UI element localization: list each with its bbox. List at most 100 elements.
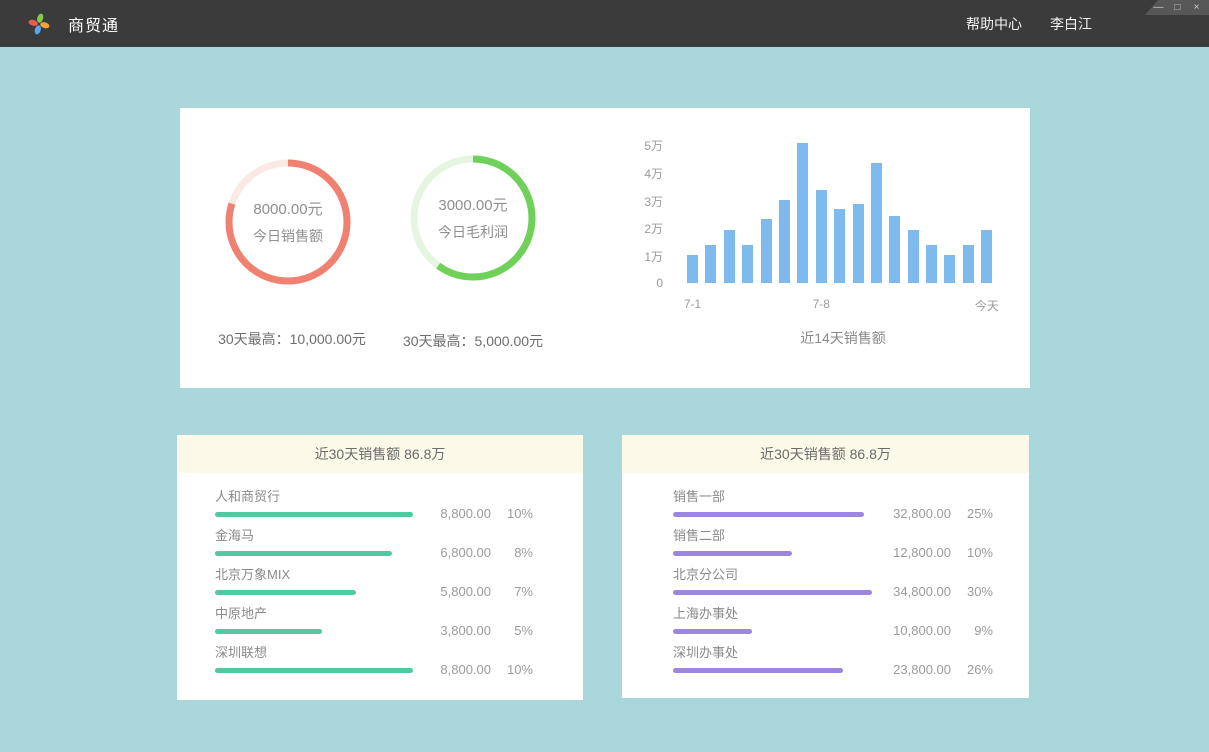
daily-sales-bar [816, 190, 827, 283]
rank-item-name: 深圳联想 [215, 645, 583, 661]
rank-item-percent: 10% [491, 662, 533, 677]
daily-sales-bar-chart [687, 133, 997, 283]
daily-sales-bar [853, 204, 864, 283]
y-axis-tick-label: 1万 [623, 248, 663, 265]
department-rank-list: 销售一部32,800.0025%销售二部12,800.0010%北京分公司34,… [622, 473, 1029, 684]
today-profit-label: 今日毛利润 [438, 222, 508, 242]
department-rank-title: 近30天销售额 86.8万 [622, 435, 1029, 473]
rank-item-percent: 10% [491, 506, 533, 521]
rank-item-percent: 5% [491, 623, 533, 638]
rank-item-amount: 32,800.00 [871, 506, 951, 521]
maximize-button[interactable]: □ [1168, 0, 1187, 15]
daily-sales-bar [944, 255, 955, 283]
rank-item-amount: 8,800.00 [411, 662, 491, 677]
rank-item-amount: 10,800.00 [871, 623, 951, 638]
rank-item-value: 6,800.008% [411, 545, 533, 560]
department-rank-card: 近30天销售额 86.8万 销售一部32,800.0025%销售二部12,800… [622, 435, 1029, 698]
daily-sales-bar [797, 143, 808, 283]
rank-item-percent: 9% [951, 623, 993, 638]
rank-row: 中原地产3,800.005% [177, 606, 583, 645]
y-axis-tick-label: 0 [623, 276, 663, 290]
rank-item-bar [215, 629, 322, 634]
rank-item-value: 23,800.0026% [871, 662, 993, 677]
rank-item-amount: 12,800.00 [871, 545, 951, 560]
rank-row: 销售一部32,800.0025% [622, 489, 1029, 528]
rank-item-amount: 5,800.00 [411, 584, 491, 599]
daily-sales-bar [779, 200, 790, 283]
rank-item-amount: 23,800.00 [871, 662, 951, 677]
window-controls: — □ × [1145, 0, 1209, 15]
rank-row: 深圳联想8,800.0010% [177, 645, 583, 684]
customer-rank-title: 近30天销售额 86.8万 [177, 435, 583, 473]
rank-item-name: 中原地产 [215, 606, 583, 622]
rank-item-name: 销售二部 [673, 528, 1029, 544]
rank-row: 销售二部12,800.0010% [622, 528, 1029, 567]
username-menu[interactable]: 李白江 [1050, 14, 1092, 34]
rank-item-name: 深圳办事处 [673, 645, 1029, 661]
today-sales-label: 今日销售额 [253, 226, 323, 246]
help-center-link[interactable]: 帮助中心 [966, 14, 1022, 34]
today-sales-value: 8000.00元 [253, 198, 322, 219]
rank-item-value: 3,800.005% [411, 623, 533, 638]
rank-item-name: 北京分公司 [673, 567, 1029, 583]
daily-sales-bar [687, 255, 698, 283]
app-logo-pinwheel-icon [28, 13, 50, 35]
rank-item-bar [673, 590, 872, 595]
daily-sales-bar [908, 230, 919, 283]
today-profit-value: 3000.00元 [438, 194, 507, 215]
rank-row: 金海马6,800.008% [177, 528, 583, 567]
rank-item-name: 北京万象MIX [215, 567, 583, 583]
rank-item-percent: 7% [491, 584, 533, 599]
rank-item-value: 8,800.0010% [411, 662, 533, 677]
daily-sales-bar [981, 230, 992, 283]
x-axis-tick-label: 7-8 [799, 297, 843, 311]
today-sales-donut: 8000.00元 今日销售额 [223, 157, 353, 287]
y-axis-tick-label: 5万 [623, 137, 663, 154]
rank-item-amount: 6,800.00 [411, 545, 491, 560]
rank-item-bar [673, 668, 843, 673]
rank-item-amount: 8,800.00 [411, 506, 491, 521]
rank-item-percent: 8% [491, 545, 533, 560]
daily-sales-bar [963, 245, 974, 283]
rank-item-amount: 34,800.00 [871, 584, 951, 599]
customer-rank-card: 近30天销售额 86.8万 人和商贸行8,800.0010%金海马6,800.0… [177, 435, 583, 700]
daily-sales-bar [889, 216, 900, 283]
y-axis-tick-label: 2万 [623, 220, 663, 237]
rank-item-bar [215, 668, 413, 673]
rank-row: 人和商贸行8,800.0010% [177, 489, 583, 528]
daily-sales-bar [871, 163, 882, 283]
rank-item-name: 销售一部 [673, 489, 1029, 505]
rank-item-value: 12,800.0010% [871, 545, 993, 560]
rank-item-percent: 25% [951, 506, 993, 521]
daily-sales-bar [724, 230, 735, 283]
rank-item-value: 34,800.0030% [871, 584, 993, 599]
y-axis-tick-label: 4万 [623, 165, 663, 182]
today-profit-donut: 3000.00元 今日毛利润 [408, 153, 538, 283]
x-axis-tick-label: 7-1 [671, 297, 715, 311]
rank-item-bar [673, 512, 864, 517]
rank-item-value: 8,800.0010% [411, 506, 533, 521]
rank-item-value: 10,800.009% [871, 623, 993, 638]
titlebar: 商贸通 帮助中心 李白江 — □ × [0, 0, 1209, 47]
rank-item-bar [215, 512, 413, 517]
daily-sales-bar [705, 245, 716, 283]
rank-row: 北京万象MIX5,800.007% [177, 567, 583, 606]
daily-chart-title: 近14天销售额 [743, 328, 943, 348]
x-axis-tick-label: 今天 [965, 297, 1009, 314]
customer-rank-list: 人和商贸行8,800.0010%金海马6,800.008%北京万象MIX5,80… [177, 473, 583, 684]
rank-item-name: 人和商贸行 [215, 489, 583, 505]
rank-item-bar [215, 590, 356, 595]
rank-item-name: 上海办事处 [673, 606, 1029, 622]
daily-sales-bar [834, 209, 845, 283]
daily-sales-bar [742, 245, 753, 283]
rank-item-percent: 10% [951, 545, 993, 560]
rank-item-value: 5,800.007% [411, 584, 533, 599]
rank-item-percent: 26% [951, 662, 993, 677]
rank-item-bar [673, 551, 792, 556]
y-axis-tick-label: 3万 [623, 193, 663, 210]
rank-item-value: 32,800.0025% [871, 506, 993, 521]
rank-item-name: 金海马 [215, 528, 583, 544]
rank-item-amount: 3,800.00 [411, 623, 491, 638]
close-button[interactable]: × [1187, 0, 1206, 15]
minimize-button[interactable]: — [1149, 0, 1168, 15]
